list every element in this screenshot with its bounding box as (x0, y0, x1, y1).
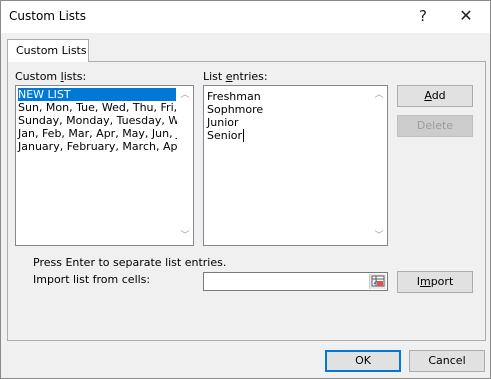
list-entries-label: List entries: (203, 70, 268, 83)
list-entries-scrollbar[interactable]: ︿ ﹀ (371, 86, 387, 245)
add-button[interactable]: Add (397, 85, 473, 107)
custom-lists-label: Custom lists: (15, 70, 87, 83)
list-entries-textarea[interactable]: Freshman Sophmore Junior Senior ︿ ﹀ (203, 85, 388, 246)
entry-line: Sophmore (207, 103, 264, 116)
hint-text: Press Enter to separate list entries. (33, 256, 227, 269)
delete-button[interactable]: Delete (397, 115, 473, 137)
import-label: Import list from cells: (33, 273, 151, 286)
list-item[interactable]: January, February, March, Apri (18, 140, 185, 153)
list-item[interactable]: Jan, Feb, Mar, Apr, May, Jun, Ju (18, 127, 186, 140)
import-range-input[interactable] (203, 272, 388, 291)
ok-button[interactable]: OK (325, 350, 401, 372)
text-cursor (243, 129, 245, 142)
custom-lists-scrollbar[interactable]: ︿ ﹀ (177, 86, 193, 245)
custom-lists-listbox[interactable]: NEW LIST Sun, Mon, Tue, Wed, Thu, Fri, S… (15, 85, 194, 246)
range-selector-icon[interactable] (369, 274, 386, 289)
tab-custom-lists[interactable]: Custom Lists (7, 39, 89, 62)
dialog-title: Custom Lists (9, 9, 87, 23)
entry-line: Senior (207, 129, 245, 142)
scroll-down-arrow-icon[interactable]: ﹀ (374, 231, 384, 241)
cancel-button[interactable]: Cancel (409, 350, 485, 372)
entry-line: Junior (207, 116, 239, 129)
list-item[interactable]: Sun, Mon, Tue, Wed, Thu, Fri, S (18, 101, 188, 114)
title-bar: Custom Lists ? ✕ (1, 1, 490, 33)
scroll-up-arrow-icon[interactable]: ︿ (180, 90, 190, 100)
list-item[interactable]: Sunday, Monday, Tuesday, We (18, 114, 185, 127)
import-button[interactable]: Import (397, 271, 473, 293)
scroll-up-arrow-icon[interactable]: ︿ (374, 90, 384, 100)
scroll-down-arrow-icon[interactable]: ﹀ (180, 231, 190, 241)
list-item[interactable]: NEW LIST (18, 88, 176, 101)
entry-line: Freshman (207, 90, 261, 103)
tab-label: Custom Lists (16, 44, 87, 57)
custom-lists-dialog: Custom Lists ? ✕ Custom Lists Custom lis… (0, 0, 491, 379)
help-icon[interactable]: ? (408, 3, 438, 29)
close-icon[interactable]: ✕ (451, 3, 481, 29)
